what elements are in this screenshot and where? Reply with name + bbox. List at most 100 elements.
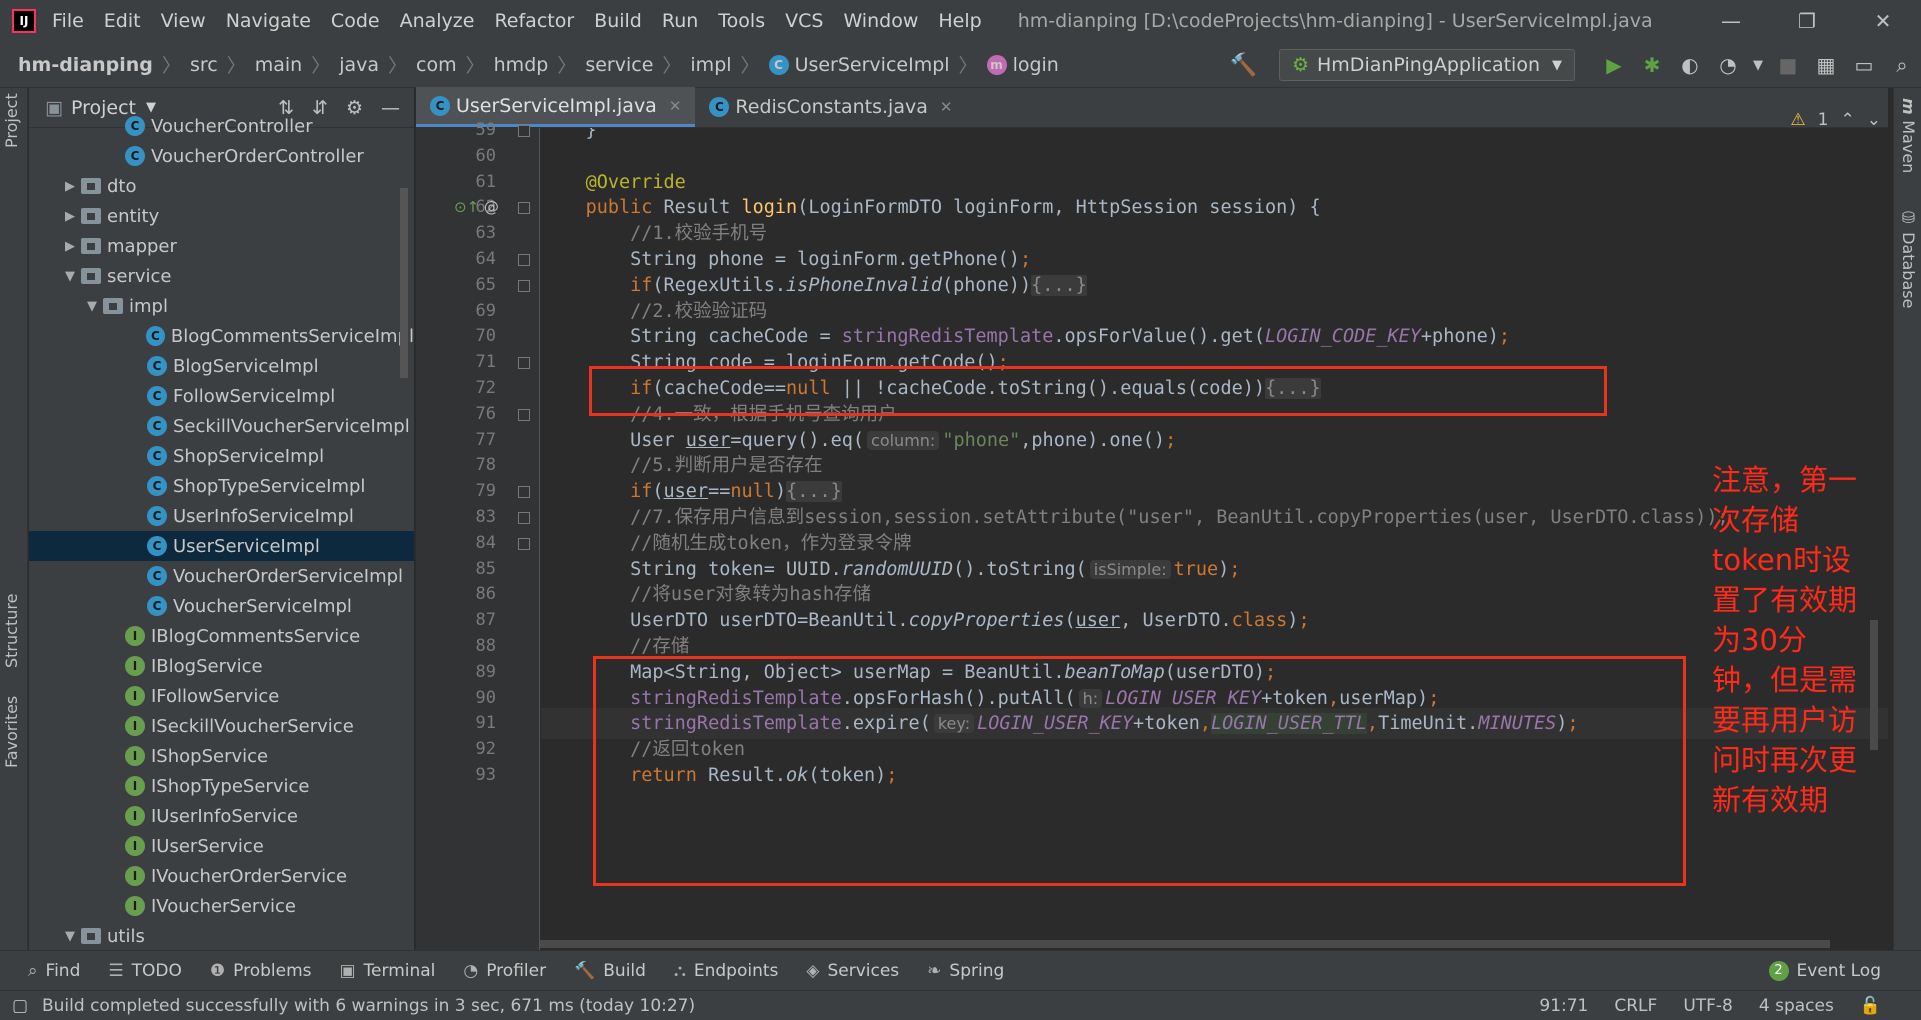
fold-marker-icon[interactable] xyxy=(518,512,530,524)
fold-marker-icon[interactable] xyxy=(518,202,530,215)
tool-terminal[interactable]: ▣ Terminal xyxy=(339,961,435,981)
layout-icon[interactable]: ▭ xyxy=(1845,42,1883,88)
breadcrumb-item[interactable]: src xyxy=(190,54,218,76)
tree-item[interactable]: I IFollowService xyxy=(29,681,414,711)
menu-analyze[interactable]: Analyze xyxy=(400,10,475,32)
menu-vcs[interactable]: VCS xyxy=(785,10,823,32)
menu-build[interactable]: Build xyxy=(594,10,642,32)
tree-item[interactable]: I IUserService xyxy=(29,831,414,861)
tree-item[interactable]: C UserServiceImpl xyxy=(29,531,414,561)
tree-item[interactable]: I IBlogCommentsService xyxy=(29,621,414,651)
code-view[interactable]: } @Override public Result login(LoginFor… xyxy=(541,128,1888,950)
line-separator[interactable]: CRLF xyxy=(1614,996,1657,1016)
tree-item[interactable]: C VoucherOrderServiceImpl xyxy=(29,561,414,591)
menu-tools[interactable]: Tools xyxy=(718,10,765,32)
tool-spring[interactable]: ❧ Spring xyxy=(927,961,1004,981)
fold-marker-icon[interactable] xyxy=(518,254,530,266)
tree-item[interactable]: C ShopTypeServiceImpl xyxy=(29,471,414,501)
tree-item[interactable]: C SeckillVoucherServiceImpl xyxy=(29,411,414,441)
tool-problems[interactable]: ❶ Problems xyxy=(210,961,312,981)
fold-marker-icon[interactable] xyxy=(518,357,530,370)
chevron-right-icon[interactable]: ▶ xyxy=(59,179,81,194)
close-icon[interactable]: ✕ xyxy=(1845,0,1921,42)
tree-item[interactable]: C BlogServiceImpl xyxy=(29,351,414,381)
previous-highlight-icon[interactable]: ⌃ xyxy=(1841,110,1855,130)
stop-icon[interactable]: ■ xyxy=(1769,42,1807,88)
minimize-icon[interactable]: — xyxy=(1693,0,1769,42)
tree-item[interactable]: I IBlogService xyxy=(29,651,414,681)
project-scrollbar[interactable] xyxy=(400,188,408,378)
tool-find[interactable]: ⌕ Find xyxy=(28,961,80,981)
breadcrumb-item[interactable]: java xyxy=(339,54,379,76)
run-icon[interactable]: ▶ xyxy=(1595,42,1633,88)
chevron-down-icon[interactable]: ▼ xyxy=(59,269,81,284)
tool-build[interactable]: 🔨 Build xyxy=(574,961,646,981)
status-message[interactable]: Build completed successfully with 6 warn… xyxy=(42,996,695,1016)
tree-item[interactable]: C UserInfoServiceImpl xyxy=(29,501,414,531)
breadcrumb-item[interactable]: hmdp xyxy=(494,54,549,76)
editor-horizontal-scrollbar[interactable] xyxy=(540,940,1830,948)
fold-marker-icon[interactable] xyxy=(518,408,530,421)
tool-profiler[interactable]: ◔ Profiler xyxy=(463,961,546,981)
build-hammer-icon[interactable]: 🔨 xyxy=(1230,53,1257,78)
menu-view[interactable]: View xyxy=(161,10,206,32)
menu-window[interactable]: Window xyxy=(843,10,918,32)
run-configuration-select[interactable]: ⚙ HmDianPingApplication ▼ xyxy=(1278,49,1575,81)
tree-item[interactable]: ▶ mapper xyxy=(29,231,414,261)
breadcrumb-item[interactable]: service xyxy=(585,54,653,76)
status-toggle-icon[interactable]: ▢ xyxy=(12,996,28,1016)
next-highlight-icon[interactable]: ⌄ xyxy=(1867,110,1881,130)
intellij-app-icon[interactable]: IJ xyxy=(12,9,36,33)
chevron-down-icon[interactable]: ▼ xyxy=(81,299,103,314)
tree-item[interactable]: I IShopService xyxy=(29,741,414,771)
menu-refactor[interactable]: Refactor xyxy=(494,10,574,32)
tree-item[interactable]: I IVoucherOrderService xyxy=(29,861,414,891)
event-log-button[interactable]: 2 Event Log xyxy=(1768,960,1881,981)
chevron-right-icon[interactable]: ▶ xyxy=(59,239,81,254)
chevron-right-icon[interactable]: ▶ xyxy=(59,209,81,224)
restore-icon[interactable]: ❐ xyxy=(1769,0,1845,42)
menu-run[interactable]: Run xyxy=(662,10,698,32)
tree-item[interactable]: ▼ impl xyxy=(29,291,414,321)
tool-services[interactable]: ◈ Services xyxy=(806,961,899,981)
close-tab-icon[interactable]: ✕ xyxy=(669,97,682,115)
spring-annotation-icon[interactable]: @ xyxy=(484,198,499,216)
debug-icon[interactable]: ✱ xyxy=(1633,42,1671,88)
file-encoding[interactable]: UTF-8 xyxy=(1683,996,1733,1016)
fold-marker-icon[interactable] xyxy=(518,537,530,550)
tree-item[interactable]: ▼ service xyxy=(29,261,414,291)
tree-item[interactable]: C FollowServiceImpl xyxy=(29,381,414,411)
fold-marker-icon[interactable] xyxy=(518,125,530,137)
editor-tab[interactable]: C RedisConstants.java ✕ xyxy=(695,87,966,127)
project-tool-tab[interactable]: Project xyxy=(2,88,21,148)
tree-item[interactable]: C VoucherServiceImpl xyxy=(29,591,414,621)
tree-item[interactable]: C ShopServiceImpl xyxy=(29,441,414,471)
database-tool-tab[interactable]: ⛁ Database xyxy=(1899,208,1918,308)
lock-icon[interactable]: 🔓 xyxy=(1860,996,1881,1016)
tree-item[interactable]: I ISeckillVoucherService xyxy=(29,711,414,741)
breadcrumb-item[interactable]: m login xyxy=(986,54,1059,76)
tree-item[interactable]: I IUserInfoService xyxy=(29,801,414,831)
code-line[interactable]: return Result.ok(token); xyxy=(541,760,1888,791)
chevron-down-icon[interactable]: ▼ xyxy=(59,929,81,944)
tree-item[interactable]: ▶ dto xyxy=(29,171,414,201)
tree-item[interactable]: ▼ utils xyxy=(29,921,414,950)
editor-vertical-scrollbar[interactable] xyxy=(1870,620,1878,750)
breadcrumb-item[interactable]: C UserServiceImpl xyxy=(768,54,950,76)
structure-tool-tab[interactable]: Structure xyxy=(2,588,21,668)
menu-edit[interactable]: Edit xyxy=(104,10,141,32)
maven-tool-tab[interactable]: m Maven xyxy=(1899,98,1918,173)
inspection-widget[interactable]: ⚠ 1 ⌃ ⌄ xyxy=(1790,110,1881,130)
breadcrumb-item[interactable]: com xyxy=(416,54,457,76)
tree-item[interactable]: C VoucherController xyxy=(29,111,414,141)
project-structure-icon[interactable]: ▦ xyxy=(1807,42,1845,88)
tree-item[interactable]: C BlogCommentsServiceImpl xyxy=(29,321,414,351)
tool-endpoints[interactable]: ⛬ Endpoints xyxy=(674,961,778,981)
indent-setting[interactable]: 4 spaces xyxy=(1759,996,1834,1016)
breadcrumb-item[interactable]: hm-dianping xyxy=(18,54,153,76)
fold-marker-icon[interactable] xyxy=(518,486,530,499)
menu-navigate[interactable]: Navigate xyxy=(226,10,311,32)
more-run-chevron-icon[interactable]: ▼ xyxy=(1747,42,1769,88)
menu-code[interactable]: Code xyxy=(331,10,380,32)
close-tab-icon[interactable]: ✕ xyxy=(940,98,953,116)
